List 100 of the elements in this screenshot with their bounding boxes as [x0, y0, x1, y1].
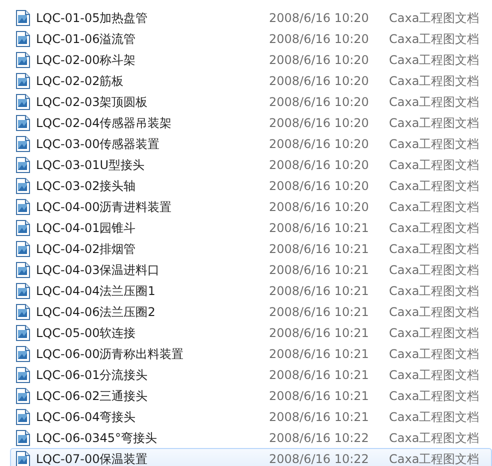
- modified-date: 2008/6/16 10:21: [269, 346, 370, 362]
- document-icon: [15, 30, 30, 46]
- document-icon: [15, 52, 30, 68]
- document-icon: [15, 262, 30, 278]
- file-type: Caxa工程图文档: [389, 198, 480, 216]
- file-row[interactable]: LQC-06-04弯接头 2008/6/16 10:21 Caxa工程图文档: [10, 406, 492, 427]
- file-name: LQC-04-00沥青进料装置: [36, 198, 173, 216]
- file-row[interactable]: LQC-02-00称斗架 2008/6/16 10:20 Caxa工程图文档: [10, 49, 492, 70]
- modified-date: 2008/6/16 10:20: [269, 94, 370, 110]
- document-icon: [15, 366, 30, 382]
- file-type: Caxa工程图文档: [389, 282, 480, 300]
- file-name: LQC-06-04弯接头: [36, 408, 137, 426]
- file-row[interactable]: LQC-04-02排烟管 2008/6/16 10:21 Caxa工程图文档: [10, 238, 492, 259]
- modified-date: 2008/6/16 10:20: [269, 114, 370, 132]
- file-type: Caxa工程图文档: [389, 220, 480, 236]
- file-name: LQC-03-02接头轴: [36, 178, 137, 194]
- modified-date: 2008/6/16 10:20: [269, 10, 370, 26]
- file-type: Caxa工程图文档: [389, 10, 480, 26]
- modified-date: 2008/6/16 10:21: [269, 388, 370, 404]
- modified-date: 2008/6/16 10:21: [269, 240, 370, 258]
- file-type: Caxa工程图文档: [389, 30, 480, 48]
- file-row[interactable]: LQC-02-03架顶圆板 2008/6/16 10:20 Caxa工程图文档: [10, 91, 492, 112]
- modified-date: 2008/6/16 10:20: [269, 30, 370, 48]
- modified-date: 2008/6/16 10:20: [269, 52, 370, 68]
- file-name: LQC-01-05加热盘管: [36, 10, 149, 26]
- file-type: Caxa工程图文档: [389, 52, 480, 68]
- file-type: Caxa工程图文档: [389, 346, 480, 362]
- file-type: Caxa工程图文档: [389, 408, 480, 426]
- file-name: LQC-03-01U型接头: [36, 156, 146, 174]
- file-row[interactable]: LQC-06-0345°弯接头 2008/6/16 10:22 Caxa工程图文档: [10, 427, 492, 448]
- file-row[interactable]: LQC-04-01园锥斗 2008/6/16 10:21 Caxa工程图文档: [10, 217, 492, 238]
- modified-date: 2008/6/16 10:21: [269, 262, 370, 278]
- document-icon: [15, 430, 30, 446]
- file-name: LQC-02-04传感器吊装架: [36, 114, 173, 132]
- file-name: LQC-01-06溢流管: [36, 30, 137, 48]
- file-name: LQC-06-02三通接头: [36, 388, 149, 404]
- file-name: LQC-06-00沥青称出料装置: [36, 346, 185, 362]
- file-row[interactable]: LQC-04-04法兰压圈1 2008/6/16 10:21 Caxa工程图文档: [10, 280, 492, 301]
- file-type: Caxa工程图文档: [389, 114, 480, 132]
- file-name: LQC-04-01园锥斗: [36, 220, 137, 236]
- file-type: Caxa工程图文档: [389, 94, 480, 110]
- file-name: LQC-03-00传感器装置: [36, 136, 161, 152]
- document-icon: [15, 324, 30, 340]
- file-type: Caxa工程图文档: [389, 324, 480, 342]
- document-icon: [15, 114, 30, 130]
- file-row[interactable]: LQC-06-00沥青称出料装置 2008/6/16 10:21 Caxa工程图文档: [10, 343, 492, 364]
- file-type: Caxa工程图文档: [389, 304, 480, 320]
- modified-date: 2008/6/16 10:20: [269, 156, 370, 174]
- file-row[interactable]: LQC-01-05加热盘管 2008/6/16 10:20 Caxa工程图文档: [10, 7, 492, 28]
- modified-date: 2008/6/16 10:21: [269, 282, 370, 300]
- modified-date: 2008/6/16 10:22: [269, 450, 370, 466]
- file-row[interactable]: LQC-01-06溢流管 2008/6/16 10:20 Caxa工程图文档: [10, 28, 492, 49]
- file-row[interactable]: LQC-06-02三通接头 2008/6/16 10:21 Caxa工程图文档: [10, 385, 492, 406]
- modified-date: 2008/6/16 10:21: [269, 304, 370, 320]
- document-icon: [15, 198, 30, 214]
- file-row[interactable]: LQC-04-03保温进料口 2008/6/16 10:21 Caxa工程图文档: [10, 259, 492, 280]
- file-name: LQC-06-0345°弯接头: [36, 430, 158, 446]
- file-row[interactable]: LQC-02-02筋板 2008/6/16 10:20 Caxa工程图文档: [10, 70, 492, 91]
- file-row[interactable]: LQC-04-00沥青进料装置 2008/6/16 10:20 Caxa工程图文档: [10, 196, 492, 217]
- file-row[interactable]: LQC-04-06法兰压圈2 2008/6/16 10:21 Caxa工程图文档: [10, 301, 492, 322]
- file-type: Caxa工程图文档: [389, 430, 480, 446]
- modified-date: 2008/6/16 10:21: [269, 324, 370, 342]
- document-icon: [15, 136, 30, 152]
- document-icon: [15, 388, 30, 404]
- file-row[interactable]: LQC-07-00保温装置 2008/6/16 10:22 Caxa工程图文档: [10, 448, 492, 466]
- modified-date: 2008/6/16 10:21: [269, 220, 370, 236]
- file-type: Caxa工程图文档: [389, 366, 480, 384]
- document-icon: [15, 240, 30, 256]
- file-name: LQC-06-01分流接头: [36, 366, 149, 384]
- modified-date: 2008/6/16 10:20: [269, 72, 370, 90]
- file-name: LQC-02-02筋板: [36, 72, 125, 90]
- file-type: Caxa工程图文档: [389, 388, 480, 404]
- document-icon: [15, 282, 30, 298]
- document-icon: [15, 220, 30, 236]
- modified-date: 2008/6/16 10:20: [269, 198, 370, 216]
- document-icon: [15, 94, 30, 110]
- document-icon: [15, 178, 30, 194]
- file-type: Caxa工程图文档: [389, 240, 480, 258]
- modified-date: 2008/6/16 10:20: [269, 178, 370, 194]
- modified-date: 2008/6/16 10:20: [269, 136, 370, 152]
- modified-date: 2008/6/16 10:22: [269, 430, 370, 446]
- file-name: LQC-04-03保温进料口: [36, 262, 161, 278]
- file-row[interactable]: LQC-06-01分流接头 2008/6/16 10:21 Caxa工程图文档: [10, 364, 492, 385]
- file-row[interactable]: LQC-03-02接头轴 2008/6/16 10:20 Caxa工程图文档: [10, 175, 492, 196]
- file-name: LQC-04-06法兰压圈2: [36, 304, 156, 320]
- file-type: Caxa工程图文档: [389, 156, 480, 174]
- document-icon: [15, 156, 30, 172]
- file-name: LQC-04-04法兰压圈1: [36, 282, 156, 300]
- file-name: LQC-05-00软连接: [36, 324, 137, 342]
- modified-date: 2008/6/16 10:21: [269, 366, 370, 384]
- document-icon: [15, 346, 30, 362]
- file-row[interactable]: LQC-03-01U型接头 2008/6/16 10:20 Caxa工程图文档: [10, 154, 492, 175]
- document-icon: [15, 408, 30, 424]
- file-type: Caxa工程图文档: [389, 450, 480, 466]
- document-icon: [15, 304, 30, 320]
- file-row[interactable]: LQC-05-00软连接 2008/6/16 10:21 Caxa工程图文档: [10, 322, 492, 343]
- file-type: Caxa工程图文档: [389, 178, 480, 194]
- file-row[interactable]: LQC-02-04传感器吊装架 2008/6/16 10:20 Caxa工程图文档: [10, 112, 492, 133]
- file-row[interactable]: LQC-03-00传感器装置 2008/6/16 10:20 Caxa工程图文档: [10, 133, 492, 154]
- file-type: Caxa工程图文档: [389, 262, 480, 278]
